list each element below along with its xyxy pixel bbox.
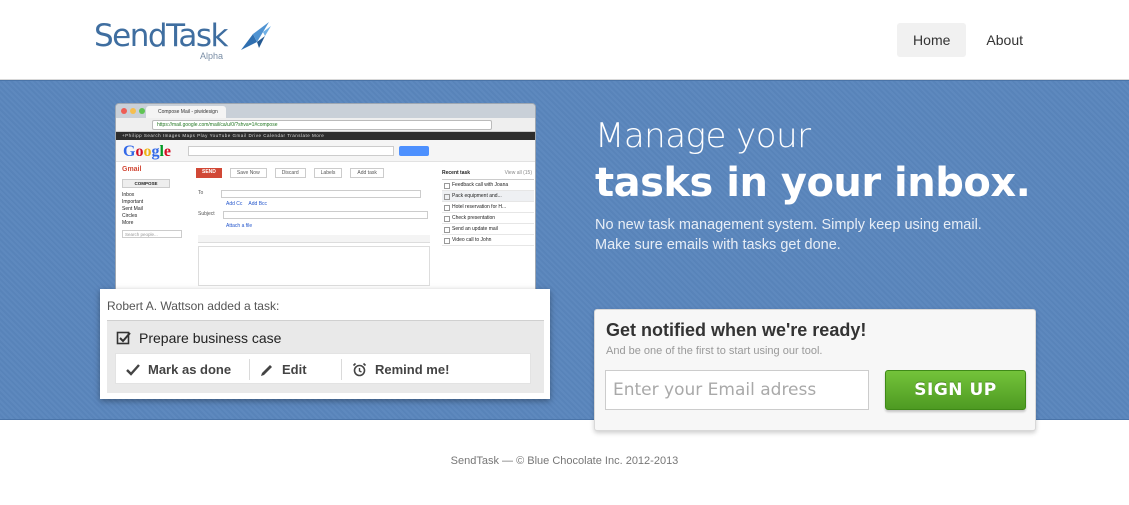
bird-icon xyxy=(241,22,271,50)
edit-button[interactable]: Edit xyxy=(250,359,342,380)
checkmark-icon xyxy=(126,363,140,376)
subject-field xyxy=(222,211,428,219)
recent-task-item: Hotel reservation for H... xyxy=(442,202,534,213)
url-field: https://mail.google.com/mail/ca/u/0/?shv… xyxy=(152,120,492,130)
headline-line1: Manage your xyxy=(595,116,811,156)
task-box: Prepare business case Mark as done Edit … xyxy=(107,320,544,393)
recent-task-title: Recent task xyxy=(442,170,471,176)
add-bcc-link: Add Bcc xyxy=(248,201,268,207)
google-logo: Google xyxy=(123,143,172,160)
to-label: To xyxy=(198,190,204,196)
folder-item: Sent Mail xyxy=(122,206,143,212)
hero-subtitle-line1: No new task management system. Simply ke… xyxy=(595,217,982,233)
browser-urlbar: https://mail.google.com/mail/ca/u/0/?shv… xyxy=(116,118,535,132)
labels-button: Labels xyxy=(313,168,343,178)
folder-item: Circles xyxy=(122,213,138,219)
browser-tabbar: Compose Mail - piwidesign xyxy=(116,104,535,118)
compose-toolbar: SEND Save Now Discard Labels Add task xyxy=(190,162,435,178)
compose-button: COMPOSE xyxy=(122,179,170,188)
recent-task-item: Pack equipment and... xyxy=(442,191,534,202)
hero-subtitle-line2: Make sure emails with tasks get done. xyxy=(595,237,841,253)
signup-box: Get notified when we're ready! And be on… xyxy=(594,309,1036,431)
folder-item: More xyxy=(122,220,134,226)
recent-task-panel: Recent task View all (15) Feedback call … xyxy=(442,162,534,292)
attach-link: Attach a file xyxy=(226,223,253,229)
sign-up-button[interactable]: SIGN UP xyxy=(885,370,1026,410)
save-now-button: Save Now xyxy=(229,168,267,178)
recent-task-item: Check presentation xyxy=(442,213,534,224)
task-notification-card: Robert A. Wattson added a task: Prepare … xyxy=(100,289,550,399)
to-field xyxy=(221,190,422,198)
format-toolbar xyxy=(198,235,430,243)
gmail-header: Google xyxy=(116,140,535,162)
add-task-button: Add task xyxy=(350,168,384,178)
remind-me-label: Remind me! xyxy=(375,362,450,377)
recent-task-item: Send an update mail xyxy=(442,224,534,235)
email-input[interactable] xyxy=(605,370,869,410)
task-item: Prepare business case xyxy=(116,330,281,346)
recent-task-header: Recent task View all (15) xyxy=(442,162,534,180)
alarm-clock-icon xyxy=(352,362,367,377)
task-actions: Mark as done Edit Remind me! xyxy=(115,353,531,384)
gmail-search xyxy=(188,146,394,156)
to-row: To xyxy=(190,178,435,198)
recent-task-item: Video call to John xyxy=(442,235,534,246)
task-card-title: Robert A. Wattson added a task: xyxy=(107,299,280,313)
pencil-icon xyxy=(261,364,272,376)
mark-as-done-button[interactable]: Mark as done xyxy=(116,359,250,380)
headline-line2: tasks in your inbox. xyxy=(595,160,1031,206)
subject-label: Subject xyxy=(198,211,215,217)
gmail-sidebar: Gmail COMPOSE Inbox Important Sent Mail … xyxy=(116,162,188,292)
header: SendTask Alpha Home About xyxy=(0,0,1129,80)
subject-row: Subject xyxy=(190,207,435,219)
logo[interactable]: SendTask Alpha xyxy=(94,18,271,61)
edit-label: Edit xyxy=(282,362,307,377)
message-body xyxy=(198,246,430,286)
compose-area: SEND Save Now Discard Labels Add task To… xyxy=(190,162,435,292)
folder-item: Inbox xyxy=(122,192,135,198)
send-button: SEND xyxy=(196,168,222,178)
browser-tab: Compose Mail - piwidesign xyxy=(146,106,226,118)
nav-about[interactable]: About xyxy=(970,23,1039,57)
cc-links: Add Cc Add Bcc xyxy=(190,198,435,207)
discard-button: Discard xyxy=(274,168,306,178)
hero-subtitle: No new task management system. Simply ke… xyxy=(595,215,982,255)
add-cc-link: Add Cc xyxy=(226,201,243,207)
folder-item: Important xyxy=(122,199,144,205)
window-controls xyxy=(121,108,145,114)
recent-task-item: Feedback call with Joana xyxy=(442,180,534,191)
signup-title: Get notified when we're ready! xyxy=(606,320,867,340)
remind-me-button[interactable]: Remind me! xyxy=(342,359,459,380)
checkbox-icon xyxy=(116,331,131,345)
gmail-search-button xyxy=(399,146,429,156)
search-people: Search people... xyxy=(122,230,182,238)
task-name: Prepare business case xyxy=(139,330,282,346)
nav-home[interactable]: Home xyxy=(897,23,967,57)
top-nav: Home About xyxy=(897,23,1039,57)
browser-screenshot: Compose Mail - piwidesign https://mail.g… xyxy=(115,103,536,293)
google-bar: +Philipp Search Images Maps Play YouTube… xyxy=(116,132,535,140)
logo-text: SendTask xyxy=(94,18,228,54)
gmail-label: Gmail xyxy=(122,166,142,173)
view-all-link: View all (15) xyxy=(504,170,532,176)
signup-subtitle: And be one of the first to start using o… xyxy=(606,345,823,357)
mark-as-done-label: Mark as done xyxy=(148,362,232,377)
footer-text: SendTask — © Blue Chocolate Inc. 2012-20… xyxy=(450,455,679,467)
logo-tagline: Alpha xyxy=(200,51,224,61)
gmail-body: Gmail COMPOSE Inbox Important Sent Mail … xyxy=(116,162,535,292)
